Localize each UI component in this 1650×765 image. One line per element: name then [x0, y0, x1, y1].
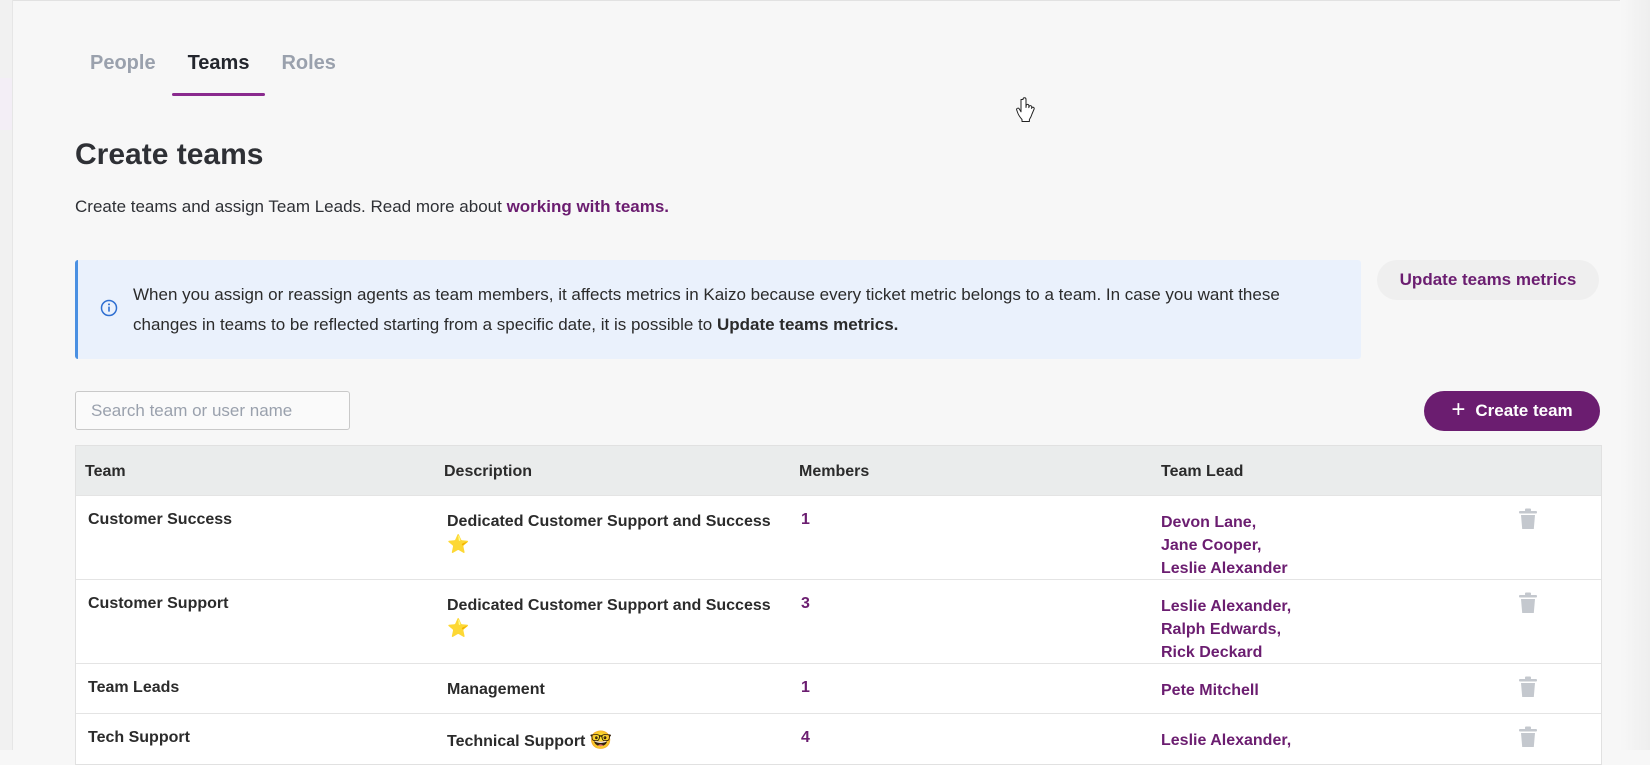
update-teams-metrics-button[interactable]: Update teams metrics	[1377, 260, 1599, 300]
table-row[interactable]: Tech Support Technical Support 🤓 4 Lesli…	[76, 713, 1601, 764]
team-lead-link[interactable]: Leslie Alexander	[1161, 557, 1288, 580]
top-divider	[0, 0, 1650, 1]
team-lead-link[interactable]: Jane Cooper,	[1161, 534, 1288, 557]
table-header: Team Description Members Team Lead	[76, 446, 1601, 495]
star-emoji: ⭐	[447, 618, 470, 638]
hand-pointer-cursor-icon	[1016, 97, 1035, 122]
create-team-label: Create team	[1475, 401, 1573, 420]
team-name: Team Leads	[88, 679, 180, 696]
header-members: Members	[799, 463, 870, 480]
team-description: Dedicated Customer Support and Success ⭐	[447, 511, 771, 557]
team-leads: Devon Lane, Jane Cooper, Leslie Alexande…	[1161, 511, 1288, 580]
trash-icon[interactable]	[1518, 592, 1538, 614]
tab-teams[interactable]: Teams	[171, 40, 266, 96]
banner-bold-text: Update teams metrics.	[716, 315, 899, 334]
team-name: Customer Success	[88, 511, 233, 528]
team-description: Technical Support 🤓	[447, 729, 612, 753]
settings-tabs: People Teams Roles	[74, 40, 352, 96]
team-leads: Pete Mitchell	[1161, 679, 1259, 702]
nerd-face-emoji: 🤓	[589, 730, 613, 750]
description-text: Dedicated Customer Support and Success	[447, 513, 771, 530]
team-leads: Leslie Alexander,	[1161, 729, 1291, 752]
right-edge-shadow	[1620, 0, 1650, 750]
team-leads: Leslie Alexander, Ralph Edwards, Rick De…	[1161, 595, 1291, 664]
team-lead-link[interactable]: Devon Lane,	[1161, 511, 1288, 534]
tab-roles[interactable]: Roles	[265, 40, 351, 93]
team-name: Tech Support	[88, 729, 190, 746]
teams-table: Team Description Members Team Lead Custo…	[75, 445, 1602, 765]
members-count-link[interactable]: 1	[801, 679, 810, 697]
info-icon	[100, 299, 118, 317]
members-count-link[interactable]: 3	[801, 595, 810, 613]
header-team-lead: Team Lead	[1161, 463, 1244, 480]
create-team-button[interactable]: + Create team	[1424, 391, 1600, 431]
working-with-teams-link[interactable]: working with teams.	[507, 197, 669, 216]
header-team: Team	[85, 463, 126, 480]
team-lead-link[interactable]: Leslie Alexander,	[1161, 729, 1291, 752]
team-name: Customer Support	[88, 595, 229, 612]
info-banner: When you assign or reassign agents as te…	[75, 260, 1361, 359]
team-lead-link[interactable]: Ralph Edwards,	[1161, 618, 1291, 641]
plus-icon: +	[1451, 396, 1466, 423]
star-emoji: ⭐	[447, 534, 470, 554]
table-row[interactable]: Customer Success Dedicated Customer Supp…	[76, 495, 1601, 579]
team-description: Management	[447, 681, 545, 698]
description-text: Dedicated Customer Support and Success	[447, 597, 771, 614]
members-count-link[interactable]: 4	[801, 729, 810, 747]
page-subtitle: Create teams and assign Team Leads. Read…	[75, 197, 669, 217]
page-title: Create teams	[75, 138, 264, 171]
team-description: Dedicated Customer Support and Success ⭐	[447, 595, 771, 641]
subtitle-text: Create teams and assign Team Leads. Read…	[75, 197, 507, 216]
table-row[interactable]: Customer Support Dedicated Customer Supp…	[76, 579, 1601, 663]
trash-icon[interactable]	[1518, 676, 1538, 698]
members-count-link[interactable]: 1	[801, 511, 810, 529]
team-lead-link[interactable]: Pete Mitchell	[1161, 679, 1259, 702]
left-nav-strip	[0, 0, 13, 750]
team-lead-link[interactable]: Leslie Alexander,	[1161, 595, 1291, 618]
tab-people[interactable]: People	[74, 40, 172, 93]
table-row[interactable]: Team Leads Management 1 Pete Mitchell	[76, 663, 1601, 713]
header-description: Description	[444, 463, 533, 480]
banner-text: When you assign or reassign agents as te…	[133, 280, 1321, 340]
trash-icon[interactable]	[1518, 726, 1538, 748]
search-input[interactable]	[75, 391, 350, 430]
trash-icon[interactable]	[1518, 508, 1538, 530]
banner-message: When you assign or reassign agents as te…	[133, 285, 1280, 334]
left-nav-active-marker	[0, 78, 12, 130]
description-text: Technical Support	[447, 733, 586, 750]
team-lead-link[interactable]: Rick Deckard	[1161, 641, 1291, 664]
